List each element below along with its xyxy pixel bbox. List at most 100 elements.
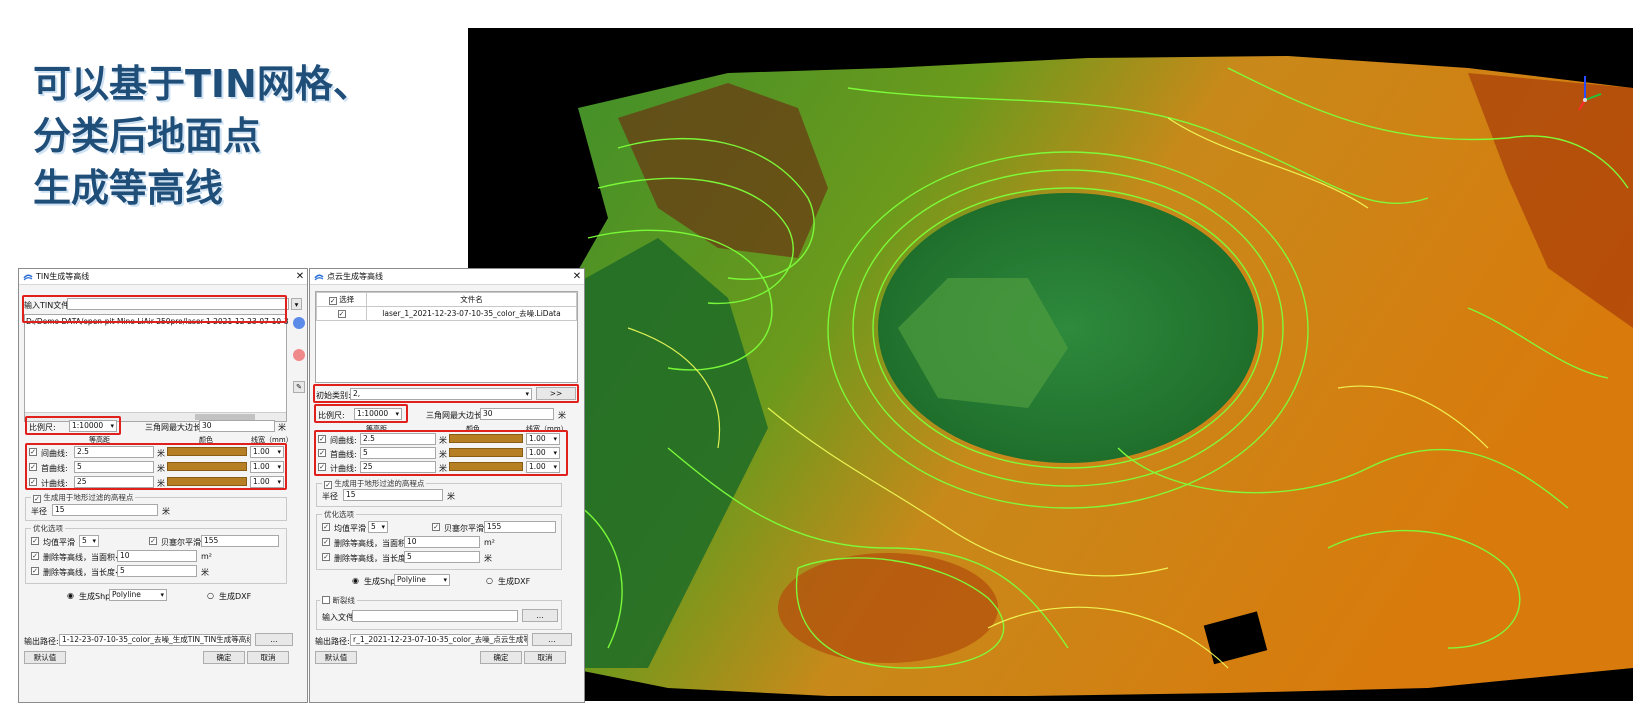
row-3-color-swatch[interactable] xyxy=(449,462,523,471)
cancel-button[interactable]: 取消 xyxy=(524,651,566,664)
row-2-label: 首曲线: xyxy=(330,450,357,459)
input-tin-field[interactable] xyxy=(67,298,289,310)
breakline-browse-button[interactable]: ... xyxy=(522,609,558,622)
terrain-checkbox[interactable]: ✓ xyxy=(33,495,41,503)
remove-file-icon[interactable] xyxy=(293,349,305,361)
breakline-checkbox[interactable] xyxy=(322,596,330,604)
gen-shp-radio-icon[interactable]: ◉ xyxy=(67,591,74,600)
gen-dxf-radio-icon[interactable]: ○ xyxy=(207,591,214,600)
dialog-titlebar: TIN生成等高线 ✕ xyxy=(19,269,307,285)
row-2-width[interactable]: 1.00 xyxy=(250,461,284,473)
bezier-smooth-input[interactable]: 155 xyxy=(484,521,556,533)
row-1-checkbox[interactable]: ✓ xyxy=(318,435,326,443)
tin-file-list[interactable]: D:/Demo DATA/open-pit Mine LiAir 250pro/… xyxy=(24,314,289,422)
input-tin-dropdown-button[interactable]: ▾ xyxy=(291,298,302,310)
headline-line-2: 分类后地面点 xyxy=(33,114,262,158)
row-2-checkbox[interactable]: ✓ xyxy=(318,449,326,457)
bezier-smooth-label: 贝塞尔平滑 xyxy=(161,538,201,547)
init-class-combo[interactable]: 2, xyxy=(350,388,532,400)
gen-dxf-radio-icon[interactable]: ○ xyxy=(486,576,493,585)
dialog-titlebar: 点云生成等高线 ✕ xyxy=(310,269,584,285)
mean-smooth-combo[interactable]: 5 xyxy=(79,535,99,547)
table-row[interactable]: ✓ laser_1_2021-12-23-07-10-35_color_去噪.L… xyxy=(316,306,577,321)
close-icon[interactable]: ✕ xyxy=(293,271,307,282)
bezier-smooth-checkbox[interactable]: ✓ xyxy=(149,537,157,545)
add-file-icon[interactable] xyxy=(293,317,305,329)
pc-file-table[interactable]: ✓ 选择 文件名 ✓ laser_1_2021-12-23-07-10-35_c… xyxy=(315,291,578,383)
init-class-button[interactable]: >> xyxy=(536,387,576,400)
output-path-input[interactable]: r_1_2021-12-23-07-10-35_color_去噪_点云生成等高线… xyxy=(350,634,528,646)
terrain-pad-south xyxy=(778,553,998,663)
shp-type-combo[interactable]: Polyline xyxy=(394,574,450,586)
col-filename: 文件名 xyxy=(366,292,577,307)
ok-button[interactable]: 确定 xyxy=(203,651,245,664)
max-edge-input[interactable]: 30 xyxy=(480,408,554,420)
del-len-input[interactable]: 5 xyxy=(117,565,197,577)
default-button[interactable]: 默认值 xyxy=(315,651,357,664)
row-select-checkbox[interactable]: ✓ xyxy=(337,310,346,318)
scale-combo[interactable]: 1:10000 xyxy=(69,420,117,432)
row-1-value[interactable]: 2.5 xyxy=(74,446,154,458)
radius-label: 半径 xyxy=(322,492,338,501)
select-all-checkbox[interactable]: ✓ xyxy=(328,297,337,305)
row-1-label: 间曲线: xyxy=(330,436,357,445)
bezier-smooth-input[interactable]: 155 xyxy=(201,535,279,547)
del-area-checkbox[interactable]: ✓ xyxy=(31,552,39,560)
row-1-width[interactable]: 1.00 xyxy=(250,446,284,458)
mean-smooth-checkbox[interactable]: ✓ xyxy=(31,537,39,545)
row-2-width[interactable]: 1.00 xyxy=(526,447,560,459)
breakline-input[interactable] xyxy=(352,610,518,622)
optimize-group-label: 优化选项 xyxy=(322,509,356,520)
row-2-color-swatch[interactable] xyxy=(167,462,247,471)
mean-smooth-checkbox[interactable]: ✓ xyxy=(322,523,330,531)
mean-smooth-combo[interactable]: 5 xyxy=(368,521,388,533)
row-3-color-swatch[interactable] xyxy=(167,477,247,486)
terrain-3d-viewport[interactable] xyxy=(468,28,1633,701)
clear-list-icon[interactable]: ✎ xyxy=(293,381,305,393)
gen-dxf-label: 生成DXF xyxy=(498,577,531,586)
row-1-color-swatch[interactable] xyxy=(167,447,247,456)
del-area-input[interactable]: 10 xyxy=(404,536,480,548)
cancel-button[interactable]: 取消 xyxy=(247,651,289,664)
row-1-checkbox[interactable]: ✓ xyxy=(29,448,37,456)
bezier-smooth-checkbox[interactable]: ✓ xyxy=(432,523,440,531)
close-icon[interactable]: ✕ xyxy=(570,271,584,282)
row-1-color-swatch[interactable] xyxy=(449,434,523,443)
default-button[interactable]: 默认值 xyxy=(24,651,66,664)
browse-button[interactable]: ... xyxy=(532,633,572,646)
terrain-group-text: 生成用于地形过滤的高程点 xyxy=(43,493,134,502)
row-1-width[interactable]: 1.00 xyxy=(526,433,560,445)
row-3-width[interactable]: 1.00 xyxy=(250,476,284,488)
row-3-value[interactable]: 25 xyxy=(74,476,154,488)
output-path-input[interactable]: 1-12-23-07-10-35_color_去噪_生成TIN_TIN生成等高线… xyxy=(59,634,251,646)
del-len-checkbox[interactable]: ✓ xyxy=(322,553,330,561)
app-logo-icon xyxy=(23,274,33,280)
del-area-unit: m² xyxy=(484,538,495,547)
radius-input[interactable]: 15 xyxy=(52,504,158,516)
browse-button[interactable]: ... xyxy=(255,633,293,646)
max-edge-input[interactable]: 30 xyxy=(199,420,275,432)
row-3-checkbox[interactable]: ✓ xyxy=(29,478,37,486)
gen-shp-radio-icon[interactable]: ◉ xyxy=(352,576,359,585)
del-len-input[interactable]: 5 xyxy=(404,551,480,563)
row-3-checkbox[interactable]: ✓ xyxy=(318,463,326,471)
ok-button[interactable]: 确定 xyxy=(480,651,522,664)
del-len-checkbox[interactable]: ✓ xyxy=(31,567,39,575)
row-3-width[interactable]: 1.00 xyxy=(526,461,560,473)
del-area-input[interactable]: 10 xyxy=(117,550,197,562)
file-name-cell[interactable]: laser_1_2021-12-23-07-10-35_color_去噪.LiD… xyxy=(366,306,577,321)
del-area-checkbox[interactable]: ✓ xyxy=(322,538,330,546)
shp-type-combo[interactable]: Polyline xyxy=(109,589,167,601)
radius-input[interactable]: 15 xyxy=(343,489,443,501)
row-1-value[interactable]: 2.5 xyxy=(360,433,436,445)
scale-combo[interactable]: 1:10000 xyxy=(354,408,402,420)
row-1-label: 间曲线: xyxy=(41,449,68,458)
row-2-value[interactable]: 5 xyxy=(74,461,154,473)
row-2-value[interactable]: 5 xyxy=(360,447,436,459)
col-interval: 等高距 xyxy=(89,436,110,444)
tin-file-path[interactable]: D:/Demo DATA/open-pit Mine LiAir 250pro/… xyxy=(26,317,289,326)
row-2-checkbox[interactable]: ✓ xyxy=(29,463,37,471)
row-3-value[interactable]: 25 xyxy=(360,461,436,473)
terrain-checkbox[interactable]: ✓ xyxy=(324,481,332,489)
row-2-color-swatch[interactable] xyxy=(449,448,523,457)
